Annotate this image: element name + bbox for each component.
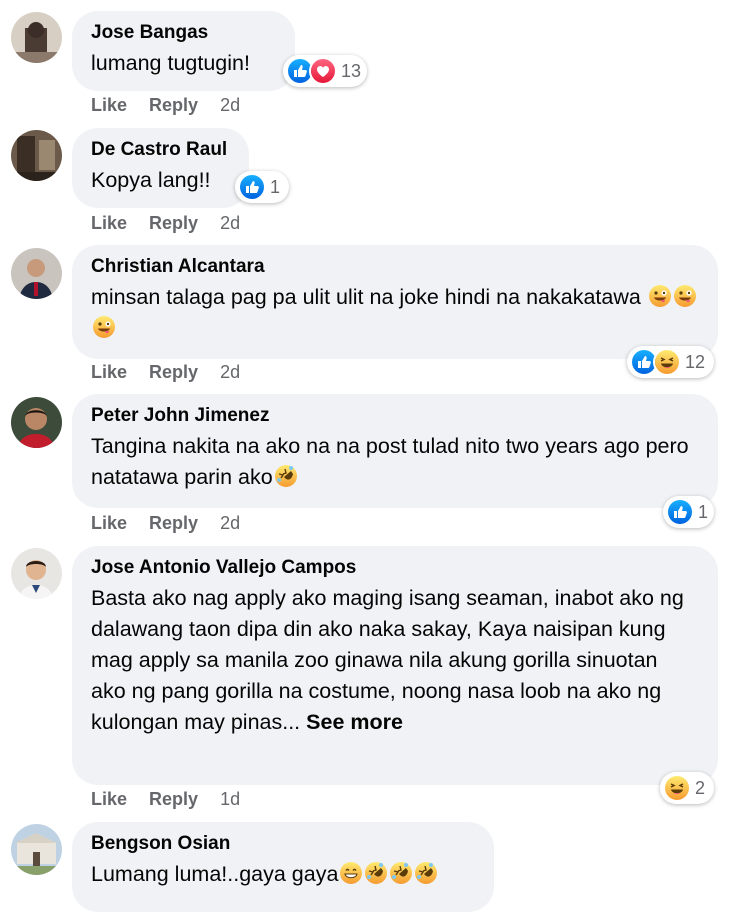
avatar[interactable] xyxy=(11,548,62,599)
see-more-link[interactable]: See more xyxy=(306,710,403,734)
author-name[interactable]: Christian Alcantara xyxy=(91,255,698,279)
reply-button[interactable]: Reply xyxy=(149,513,198,533)
author-name[interactable]: De Castro Raul xyxy=(91,138,229,162)
zany-face-emoji xyxy=(673,284,697,308)
comment-actions: Like Reply 2d xyxy=(91,213,240,234)
comment-bubble: De Castro Raul Kopya lang!! xyxy=(72,128,249,208)
avatar[interactable] xyxy=(11,397,62,448)
like-icon xyxy=(238,173,266,201)
author-name[interactable]: Peter John Jimenez xyxy=(91,404,698,428)
rofl-emoji xyxy=(414,861,438,885)
reaction-summary[interactable]: 12 xyxy=(627,346,714,378)
reaction-count: 1 xyxy=(270,176,281,197)
comment-actions: Like Reply 2d xyxy=(91,513,240,534)
author-name[interactable]: Jose Antonio Vallejo Campos xyxy=(91,556,698,580)
timestamp[interactable]: 2d xyxy=(220,95,240,115)
reply-button[interactable]: Reply xyxy=(149,95,198,115)
avatar[interactable] xyxy=(11,130,62,181)
comment-bubble: Peter John Jimenez Tangina nakita na ako… xyxy=(72,394,718,508)
timestamp[interactable]: 1d xyxy=(220,789,240,809)
avatar[interactable] xyxy=(11,248,62,299)
reaction-count: 1 xyxy=(698,501,709,522)
comment-text: lumang tugtugin! xyxy=(91,51,250,75)
reply-button[interactable]: Reply xyxy=(149,789,198,809)
reply-button[interactable]: Reply xyxy=(149,213,198,233)
comment-text: Lumang luma!..gaya gaya xyxy=(91,862,438,886)
avatar[interactable] xyxy=(11,824,62,875)
comment-actions: Like Reply 2d xyxy=(91,95,240,116)
comment-text: Kopya lang!! xyxy=(91,168,211,192)
author-name[interactable]: Jose Bangas xyxy=(91,21,275,45)
like-button[interactable]: Like xyxy=(91,513,127,533)
reaction-summary[interactable]: 13 xyxy=(283,55,367,87)
comment-actions: Like Reply 2d xyxy=(91,362,240,383)
love-icon xyxy=(309,57,337,85)
author-name[interactable]: Bengson Osian xyxy=(91,832,474,856)
reaction-summary[interactable]: 1 xyxy=(663,496,714,528)
comment-bubble: Jose Bangas lumang tugtugin! xyxy=(72,11,295,91)
rofl-emoji xyxy=(274,464,298,488)
reaction-count: 12 xyxy=(685,351,706,372)
comment-bubble: Jose Antonio Vallejo Campos Basta ako na… xyxy=(72,546,718,785)
haha-icon xyxy=(653,348,681,376)
reply-button[interactable]: Reply xyxy=(149,362,198,382)
like-button[interactable]: Like xyxy=(91,213,127,233)
zany-face-emoji xyxy=(92,315,116,339)
timestamp[interactable]: 2d xyxy=(220,362,240,382)
rofl-emoji xyxy=(364,861,388,885)
like-button[interactable]: Like xyxy=(91,95,127,115)
comment-text: Tangina nakita na ako na na post tulad n… xyxy=(91,434,689,489)
reaction-summary[interactable]: 2 xyxy=(660,772,714,804)
reaction-summary[interactable]: 1 xyxy=(235,171,289,203)
reaction-count: 2 xyxy=(695,777,706,798)
comment-bubble: Christian Alcantara minsan talaga pag pa… xyxy=(72,245,718,359)
rofl-emoji xyxy=(389,861,413,885)
timestamp[interactable]: 2d xyxy=(220,213,240,233)
like-icon xyxy=(666,498,694,526)
like-button[interactable]: Like xyxy=(91,789,127,809)
reaction-count: 13 xyxy=(341,60,362,81)
avatar[interactable] xyxy=(11,12,62,63)
comment-actions: Like Reply 1d xyxy=(91,789,240,810)
timestamp[interactable]: 2d xyxy=(220,513,240,533)
grinning-emoji xyxy=(339,861,363,885)
haha-icon xyxy=(663,774,691,802)
zany-face-emoji xyxy=(648,284,672,308)
comment-text: minsan talaga pag pa ulit ulit na joke h… xyxy=(91,285,697,340)
like-button[interactable]: Like xyxy=(91,362,127,382)
comment-text: Basta ako nag apply ako maging isang sea… xyxy=(91,586,684,734)
